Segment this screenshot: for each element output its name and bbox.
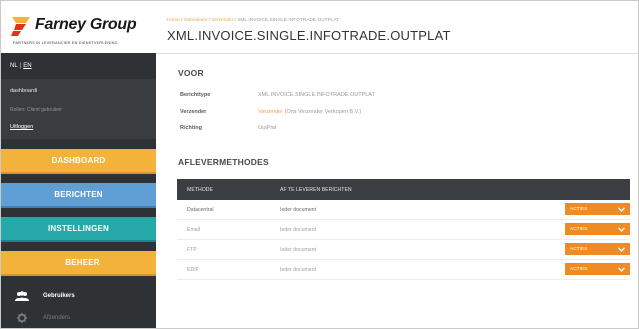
row-methode: FTP bbox=[187, 246, 197, 253]
user-role: Rollen: Client gebruiker bbox=[10, 107, 62, 113]
table-row: Datacentral Ieder document ACTIES bbox=[177, 200, 630, 220]
acties-button[interactable]: ACTIES bbox=[565, 263, 630, 275]
acties-label: ACTIES bbox=[570, 246, 588, 252]
app-window: Farney Group PARTNERS IN LEVERANCIER EN … bbox=[0, 0, 639, 329]
chevron-down-icon bbox=[617, 206, 625, 212]
user-panel: dashboardi Rollen: Client gebruiker Uitl… bbox=[1, 79, 156, 139]
table-row: Email Ieder document ACTIES bbox=[177, 220, 630, 240]
brand-tagline: PARTNERS IN LEVERANCIER EN DIENSTVERLENI… bbox=[13, 41, 118, 45]
field-value: XML.INVOICE.SINGLE.INFOTRADE.OUTPLAT bbox=[258, 92, 375, 98]
users-icon bbox=[15, 291, 29, 301]
subnav-gebruikers-label: Gebruikers bbox=[43, 293, 75, 299]
field-value: OutPlat bbox=[258, 125, 277, 131]
nav-instellingen[interactable]: INSTELLINGEN bbox=[1, 217, 156, 242]
logout-link[interactable]: Uitloggen bbox=[10, 124, 33, 130]
page-header: Home / Gebruikers / Verzender / XML.INVO… bbox=[156, 1, 638, 54]
subnav-afzenders[interactable]: Afzenders bbox=[1, 308, 156, 328]
subnav-afzenders-label: Afzenders bbox=[43, 315, 71, 321]
breadcrumb: Home / Gebruikers / Verzender / XML.INVO… bbox=[167, 18, 339, 23]
brand-name: Farney Group bbox=[35, 16, 137, 33]
aflevermethodes-table: METHODE AF TE LEVEREN BERICHTEN Datacent… bbox=[177, 179, 630, 280]
row-methode: Datacentral bbox=[187, 206, 214, 213]
breadcrumb-senders[interactable]: Verzender bbox=[211, 18, 233, 23]
field-label: Richting bbox=[180, 125, 202, 131]
field-value: (Ons Verzender Verkopen B.V.) bbox=[284, 109, 362, 115]
acties-label: ACTIES bbox=[570, 226, 588, 232]
lang-nl[interactable]: NL bbox=[10, 63, 18, 69]
nav-dashboard[interactable]: DASHBOARD bbox=[1, 149, 156, 174]
field-label: Verzender bbox=[180, 109, 207, 115]
nav-berichten[interactable]: BERICHTEN bbox=[1, 183, 156, 208]
breadcrumb-sep: / bbox=[208, 18, 210, 23]
breadcrumb-current: XML.INVOICE.SINGLE.INFOTRADE.OUTPLAT bbox=[237, 18, 340, 23]
row-methode: EDIF bbox=[187, 266, 199, 273]
chevron-down-icon bbox=[617, 246, 625, 252]
voor-heading: VOOR bbox=[178, 68, 204, 78]
table-header: METHODE AF TE LEVEREN BERICHTEN bbox=[177, 179, 630, 200]
page-title: XML.INVOICE.SINGLE.INFOTRADE.OUTPLAT bbox=[167, 28, 451, 43]
breadcrumb-home[interactable]: Home bbox=[167, 18, 180, 23]
breadcrumb-users[interactable]: Gebruikers bbox=[184, 18, 207, 23]
acties-label: ACTIES bbox=[570, 206, 588, 212]
nav-beheer[interactable]: BEHEER bbox=[1, 251, 170, 276]
acties-button[interactable]: ACTIES bbox=[565, 203, 630, 215]
content: VOOR Berichttype XML.INVOICE.SINGLE.INFOT… bbox=[156, 54, 638, 328]
sidebar: Farney Group PARTNERS IN LEVERANCIER EN … bbox=[1, 1, 170, 328]
acties-label: ACTIES bbox=[570, 266, 588, 272]
lang-separator: | bbox=[19, 63, 22, 69]
acties-button[interactable]: ACTIES bbox=[565, 243, 630, 255]
acties-button[interactable]: ACTIES bbox=[565, 223, 630, 235]
row-methode: Email bbox=[187, 226, 200, 233]
farney-logo-icon bbox=[11, 17, 30, 36]
subnav-gebruikers[interactable]: Gebruikers bbox=[1, 286, 156, 306]
column-berichten: AF TE LEVEREN BERICHTEN bbox=[280, 186, 352, 193]
field-label: Berichttype bbox=[180, 92, 211, 98]
breadcrumb-sep: / bbox=[234, 18, 236, 23]
logo[interactable]: Farney Group PARTNERS IN LEVERANCIER EN … bbox=[1, 1, 156, 53]
field-richting: Richting OutPlat bbox=[180, 125, 276, 131]
lang-en[interactable]: EN bbox=[23, 63, 31, 69]
table-row: EDIF Ieder document ACTIES bbox=[177, 260, 630, 280]
user-name: dashboardi bbox=[10, 88, 38, 94]
chevron-down-icon bbox=[617, 226, 625, 232]
chevron-down-icon bbox=[617, 266, 625, 272]
field-verzender: Verzender Verzender (Ons Verzender Verkop… bbox=[180, 109, 361, 115]
field-berichttype: Berichttype XML.INVOICE.SINGLE.INFOTRADE.… bbox=[180, 92, 375, 98]
table-row: FTP Ieder document ACTIES bbox=[177, 240, 630, 260]
language-switch: NL | EN bbox=[10, 63, 32, 69]
main-area: Home / Gebruikers / Verzender / XML.INVO… bbox=[156, 1, 638, 328]
column-methode: METHODE bbox=[187, 186, 213, 193]
gear-icon bbox=[15, 313, 29, 323]
verzender-link[interactable]: Verzender bbox=[258, 109, 283, 115]
aflevermethodes-heading: AFLEVERMETHODES bbox=[178, 157, 269, 167]
breadcrumb-sep: / bbox=[181, 18, 183, 23]
